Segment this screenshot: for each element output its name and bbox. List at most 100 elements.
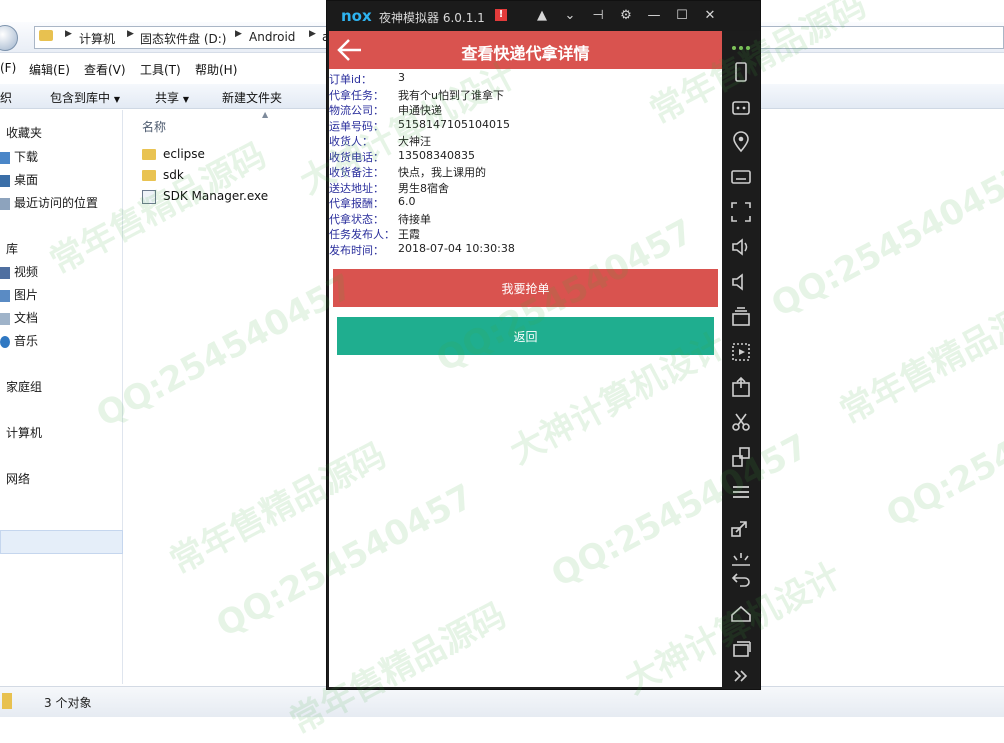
chevron-right-icon: ▶ xyxy=(235,29,242,39)
warning-icon[interactable]: ! xyxy=(495,9,507,21)
macro-record-icon[interactable] xyxy=(728,339,754,365)
detail-row: 收货人： 大神汪 xyxy=(329,133,722,148)
back-icon[interactable] xyxy=(728,566,754,592)
detail-value: 2018-07-04 10:30:38 xyxy=(398,241,515,255)
recent-apps-icon[interactable] xyxy=(728,636,754,662)
folder-icon xyxy=(142,149,156,160)
home-icon[interactable] xyxy=(728,601,754,627)
keyboard-icon[interactable] xyxy=(728,164,754,190)
nav-videos[interactable]: 视频 xyxy=(0,263,38,281)
minimize-icon[interactable]: — xyxy=(645,7,663,25)
maximize-icon[interactable]: ☐ xyxy=(673,7,691,25)
nav-documents[interactable]: 文档 xyxy=(0,309,38,327)
include-in-library-label: 包含到库中 xyxy=(50,91,111,105)
nav-network[interactable]: 网络 xyxy=(6,470,30,488)
chevron-right-icon: ▶ xyxy=(65,29,72,39)
close-icon[interactable]: ✕ xyxy=(701,7,719,25)
nav-libraries[interactable]: 库 xyxy=(6,240,18,258)
pictures-icon xyxy=(0,289,10,302)
breadcrumb-computer[interactable]: 计算机 xyxy=(79,30,115,47)
pin-icon[interactable]: ⊣ xyxy=(589,7,607,25)
nox-logo: nox xyxy=(341,7,372,25)
chevron-right-icon: ▶ xyxy=(309,29,316,39)
detail-label: 代拿状态： xyxy=(329,212,384,226)
layout-icon[interactable] xyxy=(728,444,754,470)
detail-row: 收货备注： 快点，我上课用的 xyxy=(329,164,722,179)
share-button[interactable]: 共享 ▼ xyxy=(155,89,189,106)
breadcrumb-drive[interactable]: 固态软件盘 (D:) xyxy=(140,30,226,47)
detail-value: 快点，我上课用的 xyxy=(398,166,486,179)
location-icon[interactable] xyxy=(728,129,754,155)
detail-value: 5158147105104015 xyxy=(398,117,510,131)
detail-value: 大神汪 xyxy=(398,135,431,148)
file-row-eclipse[interactable]: eclipse xyxy=(142,147,205,165)
gear-icon[interactable]: ⚙ xyxy=(617,7,635,25)
menu-edit[interactable]: 编辑(E) xyxy=(29,61,70,78)
emulator-titlebar[interactable]: nox 夜神模拟器 6.0.1.1 ! ▲ ⌄ ⊣ ⚙ — ☐ ✕ xyxy=(327,1,760,31)
nav-recent[interactable]: 最近访问的位置 xyxy=(0,194,98,212)
more-icon[interactable] xyxy=(728,35,754,61)
chevron-down-icon: ▼ xyxy=(182,95,189,104)
return-button[interactable]: 返回 xyxy=(337,317,714,355)
nav-desktop[interactable]: 桌面 xyxy=(0,171,38,189)
sort-ascending-icon: ▲ xyxy=(262,110,269,119)
nav-favorites-label: 收藏夹 xyxy=(6,126,43,140)
back-button[interactable] xyxy=(0,25,18,51)
menu-tools[interactable]: 工具(T) xyxy=(140,61,181,78)
menu-icon[interactable] xyxy=(728,479,754,505)
detail-label: 收货人： xyxy=(329,135,373,148)
nav-pictures[interactable]: 图片 xyxy=(0,286,38,304)
folder-icon xyxy=(39,30,53,41)
menu-view[interactable]: 查看(V) xyxy=(84,61,126,78)
nav-homegroup-label: 家庭组 xyxy=(6,380,43,394)
navigation-pane: 收藏夹 下载 桌面 最近访问的位置 库 视频 图片 文档 音乐 家庭组 计算机 … xyxy=(0,110,123,684)
breadcrumb-android[interactable]: Android xyxy=(249,30,295,44)
video-icon xyxy=(0,266,10,279)
emulator-sidebar xyxy=(722,31,759,687)
nav-favorites[interactable]: 收藏夹 xyxy=(6,124,42,142)
install-apk-icon[interactable] xyxy=(728,374,754,400)
detail-row: 发布时间： 2018-07-04 10:30:38 xyxy=(329,242,722,257)
file-name: eclipse xyxy=(163,147,205,161)
double-chevron-right-icon[interactable] xyxy=(728,663,754,689)
robot-icon[interactable] xyxy=(728,94,754,120)
menu-help[interactable]: 帮助(H) xyxy=(195,61,237,78)
scissors-icon[interactable] xyxy=(728,409,754,435)
multi-instance-icon[interactable] xyxy=(728,304,754,330)
detail-label: 收货备注： xyxy=(329,166,384,179)
rotate-phone-icon[interactable] xyxy=(728,59,754,85)
detail-value: 男生8宿舍 xyxy=(398,181,449,195)
include-in-library-button[interactable]: 包含到库中 ▼ xyxy=(50,89,120,106)
detail-label: 运单号码： xyxy=(329,119,384,133)
volume-up-icon[interactable] xyxy=(728,234,754,260)
app-bar: 查看快递代拿详情 xyxy=(329,31,722,69)
nav-libraries-label: 库 xyxy=(6,242,19,256)
nav-desktop-label: 桌面 xyxy=(14,173,39,187)
nav-music[interactable]: 音乐 xyxy=(0,332,38,350)
chevron-down-icon[interactable]: ⌄ xyxy=(561,7,579,25)
nav-computer[interactable]: 计算机 xyxy=(6,424,42,442)
shirt-icon[interactable]: ▲ xyxy=(533,7,551,25)
nav-downloads[interactable]: 下载 xyxy=(0,148,38,166)
new-folder-button[interactable]: 新建文件夹 xyxy=(222,89,282,106)
file-row-sdk[interactable]: sdk xyxy=(142,168,184,186)
organize-button[interactable]: 织 xyxy=(0,89,12,106)
volume-down-icon[interactable] xyxy=(728,269,754,295)
status-bar: 3 个对象 xyxy=(0,686,1004,717)
detail-label: 代拿任务： xyxy=(329,88,384,102)
column-header-name[interactable]: 名称 xyxy=(142,118,166,135)
detail-value: 6.0 xyxy=(398,195,416,208)
page-title: 查看快递代拿详情 xyxy=(461,44,590,63)
nav-homegroup[interactable]: 家庭组 xyxy=(6,378,42,396)
nav-computer-label: 计算机 xyxy=(6,426,43,440)
detail-row: 运单号码： 5158147105104015 xyxy=(329,118,722,133)
expand-icon[interactable] xyxy=(728,514,754,540)
menu-file[interactable]: (F) xyxy=(0,61,16,75)
detail-label: 收货电话： xyxy=(329,150,384,164)
grab-order-button[interactable]: 我要抢单 xyxy=(333,269,718,307)
file-name: SDK Manager.exe xyxy=(163,189,269,203)
file-row-sdk-manager[interactable]: SDK Manager.exe xyxy=(142,189,268,207)
fullscreen-icon[interactable] xyxy=(728,199,754,225)
android-screen: 查看快递代拿详情 订单id： 3 代拿任务： 我有个u怕到了谁拿下 物流公司： 申通快递运… xyxy=(329,31,722,687)
recent-places-icon xyxy=(0,197,10,210)
